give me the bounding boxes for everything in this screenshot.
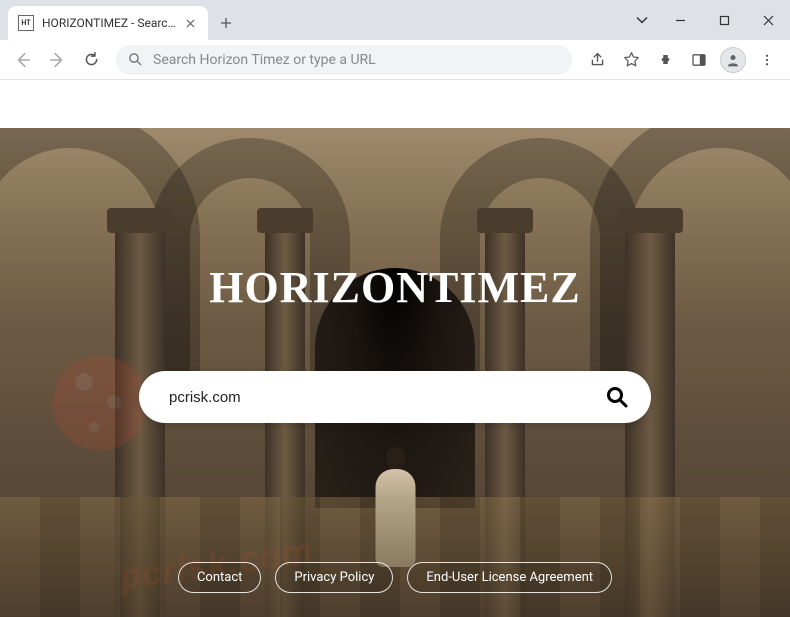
hero-content: HORIZONTIMEZ — [0, 128, 790, 617]
search-bar[interactable] — [139, 371, 651, 423]
contact-link[interactable]: Contact — [178, 562, 261, 593]
plus-icon — [220, 17, 232, 29]
reload-button[interactable] — [76, 45, 106, 75]
avatar-icon — [720, 47, 746, 73]
menu-button[interactable] — [752, 45, 782, 75]
search-icon — [605, 385, 629, 409]
privacy-policy-link[interactable]: Privacy Policy — [275, 562, 393, 593]
hero-background: HORIZONTIMEZ pcrisk.com Contact Privacy … — [0, 128, 790, 617]
address-bar-placeholder: Search Horizon Timez or type a URL — [153, 52, 376, 68]
arrow-left-icon — [14, 51, 32, 69]
star-icon — [623, 51, 640, 68]
close-window-button[interactable] — [746, 5, 790, 35]
kebab-icon — [760, 53, 774, 67]
eula-link[interactable]: End-User License Agreement — [407, 562, 612, 593]
window-controls — [626, 0, 790, 40]
extensions-button[interactable] — [650, 45, 680, 75]
panel-icon — [691, 52, 707, 68]
share-button[interactable] — [582, 45, 612, 75]
minimize-icon — [675, 15, 686, 26]
footer-links: Contact Privacy Policy End-User License … — [0, 562, 790, 593]
search-icon — [128, 52, 143, 67]
bookmark-button[interactable] — [616, 45, 646, 75]
maximize-icon — [719, 15, 730, 26]
arrow-right-icon — [48, 51, 66, 69]
new-tab-button[interactable] — [212, 9, 240, 37]
tab-close-button[interactable] — [182, 15, 198, 31]
address-bar[interactable]: Search Horizon Timez or type a URL — [116, 45, 572, 75]
forward-button[interactable] — [42, 45, 72, 75]
browser-tab[interactable]: HT HORIZONTIMEZ - Search With U — [8, 6, 208, 40]
share-icon — [589, 51, 606, 68]
tab-search-button[interactable] — [626, 16, 658, 24]
search-input[interactable] — [169, 389, 605, 406]
maximize-button[interactable] — [702, 5, 746, 35]
tab-favicon: HT — [18, 15, 34, 31]
close-icon — [763, 15, 774, 26]
brand-title: HORIZONTIMEZ — [209, 262, 580, 313]
chevron-down-icon — [636, 16, 648, 24]
close-icon — [186, 19, 195, 28]
back-button[interactable] — [8, 45, 38, 75]
profile-button[interactable] — [718, 45, 748, 75]
search-button[interactable] — [605, 385, 629, 409]
browser-toolbar: Search Horizon Timez or type a URL — [0, 40, 790, 80]
tab-title: HORIZONTIMEZ - Search With U — [42, 16, 182, 30]
minimize-button[interactable] — [658, 5, 702, 35]
page-content: HORIZONTIMEZ pcrisk.com Contact Privacy … — [0, 80, 790, 617]
page-header-whitespace — [0, 80, 790, 128]
browser-titlebar: HT HORIZONTIMEZ - Search With U — [0, 0, 790, 40]
sidepanel-button[interactable] — [684, 45, 714, 75]
puzzle-icon — [658, 52, 673, 67]
reload-icon — [83, 51, 100, 68]
